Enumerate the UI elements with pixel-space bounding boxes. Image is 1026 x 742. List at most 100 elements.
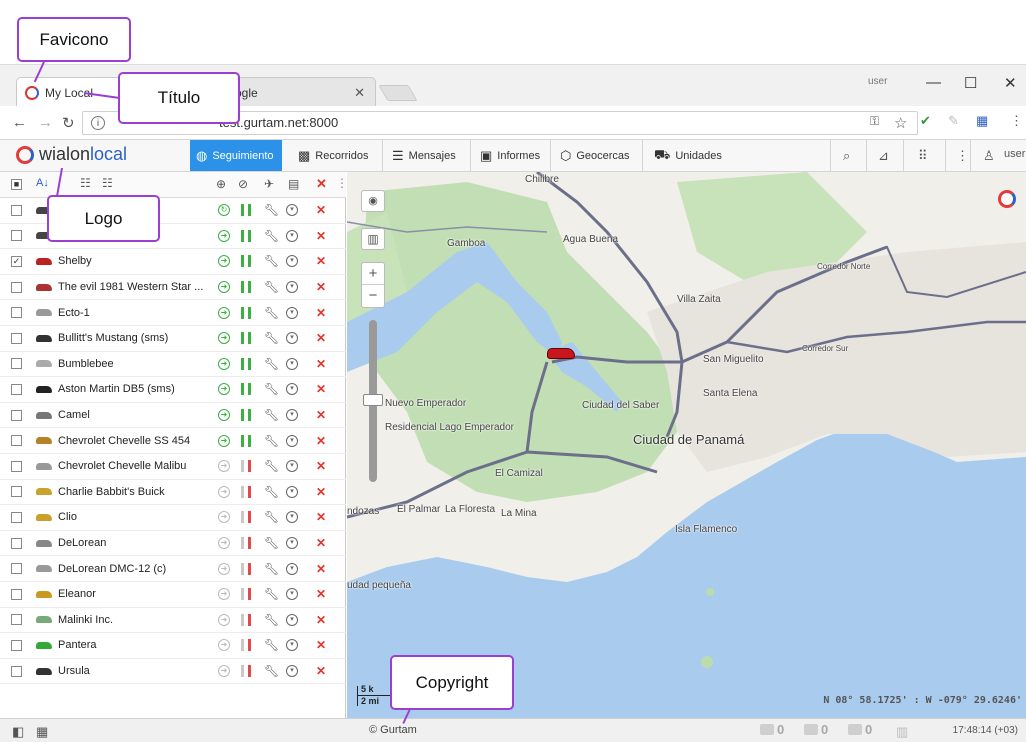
unread-events-counter[interactable]: 0: [848, 722, 872, 737]
unit-checkbox[interactable]: [11, 307, 22, 319]
remove-unit-icon[interactable]: ✕: [316, 332, 326, 344]
wrench-icon[interactable]: 🔧︎: [264, 639, 279, 651]
clock-icon[interactable]: ▾: [286, 255, 298, 268]
unit-name[interactable]: Malinki Inc.: [58, 614, 208, 626]
unit-row[interactable]: ✓ Shelby ➜ 🔧︎ ▾ ✕: [0, 249, 346, 275]
apps-grid-icon[interactable]: ⠿: [918, 148, 928, 164]
unit-checkbox[interactable]: [11, 383, 22, 395]
unit-checkbox[interactable]: [11, 358, 22, 370]
clock-icon[interactable]: ▾: [286, 485, 298, 498]
clock-icon[interactable]: ▾: [286, 357, 298, 370]
sort-az-icon[interactable]: A↓: [36, 177, 49, 189]
clock-icon[interactable]: ▾: [286, 383, 298, 396]
unit-checkbox[interactable]: [11, 486, 22, 498]
reload-icon[interactable]: ↻: [62, 114, 75, 132]
wrench-icon[interactable]: 🔧︎: [264, 255, 279, 267]
wrench-icon[interactable]: 🔧︎: [264, 460, 279, 472]
list-icon[interactable]: ☷: [80, 176, 91, 190]
remove-unit-icon[interactable]: ✕: [316, 204, 326, 216]
zoom-in-button[interactable]: +: [362, 263, 384, 285]
clock-icon[interactable]: ▾: [286, 409, 298, 422]
unit-checkbox[interactable]: [11, 204, 22, 216]
tab-informes[interactable]: ▣ Informes: [480, 140, 540, 171]
clock-icon[interactable]: ▾: [286, 613, 298, 626]
remove-unit-icon[interactable]: ✕: [316, 255, 326, 267]
wrench-icon[interactable]: 🔧︎: [264, 486, 279, 498]
group-list-icon[interactable]: ☷: [102, 176, 113, 190]
clock-icon[interactable]: ▾: [286, 434, 298, 447]
unit-row[interactable]: DeLorean DMC-12 (c) ➜ 🔧︎ ▾ ✕: [0, 556, 346, 582]
extension-check-icon[interactable]: ✔: [920, 113, 931, 129]
clock-icon[interactable]: ▾: [286, 306, 298, 319]
tab-unidades[interactable]: ⛟ Unidades: [654, 140, 722, 171]
unit-row[interactable]: Ecto-1 ➜ 🔧︎ ▾ ✕: [0, 300, 346, 326]
remove-unit-icon[interactable]: ✕: [316, 563, 326, 575]
app-logo[interactable]: wialon local: [16, 144, 127, 165]
locate-unit-icon[interactable]: ➜: [218, 613, 230, 626]
wrench-icon[interactable]: 🔧︎: [264, 511, 279, 523]
unit-checkbox[interactable]: [11, 588, 22, 600]
info-icon[interactable]: i: [91, 116, 105, 130]
unit-row[interactable]: Bumblebee ➜ 🔧︎ ▾ ✕: [0, 352, 346, 378]
unread-notifications-counter[interactable]: 0: [760, 722, 784, 737]
unit-name[interactable]: DeLorean DMC-12 (c): [58, 563, 208, 575]
clock-icon[interactable]: ▾: [286, 588, 298, 601]
new-tab-button[interactable]: [378, 85, 418, 101]
ruler-icon[interactable]: ⊿: [878, 148, 889, 164]
remove-unit-icon[interactable]: ✕: [316, 435, 326, 447]
extension-grid-icon[interactable]: ▦: [976, 113, 988, 129]
clock-icon[interactable]: ▾: [286, 281, 298, 294]
unit-name[interactable]: Ecto-1: [58, 307, 208, 319]
wrench-icon[interactable]: 🔧︎: [264, 537, 279, 549]
locate-unit-icon[interactable]: ➜: [218, 537, 230, 550]
unread-messages-counter[interactable]: 0: [804, 722, 828, 737]
zoom-out-button[interactable]: −: [362, 285, 384, 307]
wrench-icon[interactable]: 🔧︎: [264, 614, 279, 626]
clock-icon[interactable]: ▾: [286, 460, 298, 473]
clock-icon[interactable]: ▾: [286, 229, 298, 242]
remove-unit-icon[interactable]: ✕: [316, 537, 326, 549]
locate-unit-icon[interactable]: ➜: [218, 332, 230, 345]
select-all-checkbox[interactable]: ■: [11, 179, 22, 190]
clock-icon[interactable]: ▾: [286, 537, 298, 550]
unit-checkbox[interactable]: [11, 409, 22, 421]
forward-icon[interactable]: →: [38, 114, 53, 131]
unit-name[interactable]: Camel: [58, 409, 208, 421]
locate-unit-icon[interactable]: ➜: [218, 409, 230, 422]
unit-row[interactable]: Chevrolet Chevelle Malibu ➜ 🔧︎ ▾ ✕: [0, 454, 346, 480]
remove-unit-icon[interactable]: ✕: [316, 511, 326, 523]
wrench-icon[interactable]: 🔧︎: [264, 204, 279, 216]
wrench-icon[interactable]: 🔧︎: [264, 563, 279, 575]
extension-pen-icon[interactable]: ✎: [948, 113, 959, 129]
unit-name[interactable]: Bullitt's Mustang (sms): [58, 332, 208, 344]
unit-row[interactable]: Chevrolet Chevelle SS 454 ➜ 🔧︎ ▾ ✕: [0, 428, 346, 454]
locate-col-icon[interactable]: ⊕: [216, 177, 226, 191]
wrench-icon[interactable]: 🔧︎: [264, 665, 279, 677]
unit-checkbox[interactable]: [11, 230, 22, 242]
remove-unit-icon[interactable]: ✕: [316, 614, 326, 626]
close-window-icon[interactable]: ✕: [1004, 74, 1017, 92]
close-tab-icon[interactable]: ✕: [354, 85, 365, 101]
grid-status-icon[interactable]: ▥: [896, 724, 908, 740]
unit-checkbox[interactable]: [11, 537, 22, 549]
unit-row[interactable]: Camel ➜ 🔧︎ ▾ ✕: [0, 403, 346, 429]
remove-unit-icon[interactable]: ✕: [316, 383, 326, 395]
zoom-slider-handle[interactable]: [363, 394, 383, 406]
unit-row[interactable]: The evil 1981 Western Star ... ➜ 🔧︎ ▾ ✕: [0, 275, 346, 301]
wrench-icon[interactable]: 🔧︎: [264, 409, 279, 421]
unit-checkbox[interactable]: [11, 614, 22, 626]
signal-col-icon[interactable]: ⊘: [238, 177, 248, 191]
refresh-unit-icon[interactable]: ↻: [218, 204, 230, 217]
unit-name[interactable]: Pantera: [58, 639, 208, 651]
clock-icon[interactable]: ▾: [286, 332, 298, 345]
unit-name[interactable]: Chevrolet Chevelle Malibu: [58, 460, 208, 472]
clock-icon[interactable]: ▾: [286, 639, 298, 652]
map-layers-icon[interactable]: ▥: [361, 228, 385, 250]
unit-name[interactable]: Charlie Babbit's Buick: [58, 486, 208, 498]
wrench-icon[interactable]: 🔧︎: [264, 332, 279, 344]
locate-unit-icon[interactable]: ➜: [218, 229, 230, 242]
clock-icon[interactable]: ▾: [286, 511, 298, 524]
unit-row[interactable]: Clio ➜ 🔧︎ ▾ ✕: [0, 505, 346, 531]
wrench-icon[interactable]: 🔧︎: [264, 383, 279, 395]
remove-unit-icon[interactable]: ✕: [316, 409, 326, 421]
